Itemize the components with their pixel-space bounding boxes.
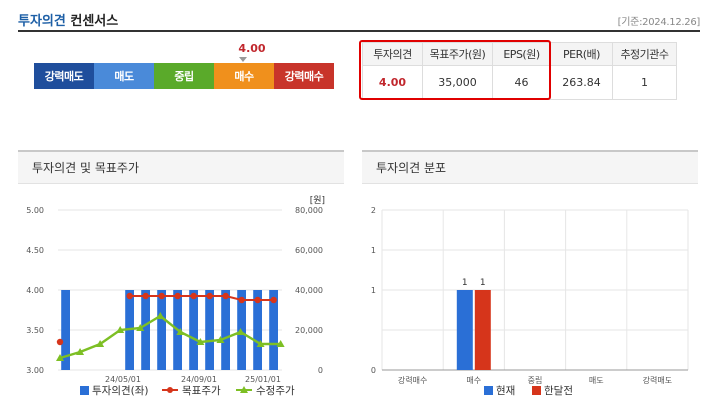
y-tick: 0 (371, 366, 376, 375)
legend-swatch (484, 386, 493, 395)
legend-label-target: 목표주가 (182, 385, 221, 397)
scale-segment-2: 중립 (154, 63, 214, 89)
y-right-tick: 0 (318, 366, 323, 375)
x-tick: 24/09/01 (181, 375, 217, 384)
target-price-point (222, 292, 229, 300)
score-marker-icon (239, 57, 247, 62)
scale-segment-0: 강력매도 (34, 63, 94, 89)
y-left-tick: 3.50 (26, 326, 44, 335)
y-tick: 1 (371, 246, 376, 255)
target-price-point (270, 296, 277, 304)
y-left-tick: 4.50 (26, 246, 44, 255)
consensus-score: 4.00 (238, 42, 266, 55)
y-right-tick: 60,000 (295, 246, 323, 255)
target-price-line (129, 295, 274, 301)
scale-segment-1: 매도 (94, 63, 154, 89)
opinion-target-price-chart: [원] 5.00 4.50 4.00 3.50 3.00 80,000 60,000 40,00… (26, 195, 325, 397)
value-institution-count: 1 (612, 65, 677, 100)
x-tick: 24/05/01 (105, 375, 141, 384)
x-tick: 25/01/01 (245, 375, 281, 384)
distribution-bar (456, 290, 473, 370)
y-right-tick: 40,000 (295, 286, 323, 295)
y-right-tick: 80,000 (295, 206, 323, 215)
reference-date: [기준:2024.12.26] (617, 17, 701, 28)
header-institution-count: 추정기관수 (612, 42, 677, 66)
opinion-distribution-panel: 투자의견 분포 2 1 1 0 강력매수 매수 1 1 중립 매도 강력매도현재 한달전 (362, 150, 698, 415)
data-label: 1 (480, 278, 486, 288)
target-price-point (56, 338, 64, 346)
target-price-point (190, 292, 197, 300)
opinion-bar (205, 290, 214, 370)
target-price-point (238, 296, 245, 304)
x-tick: 매수 (466, 376, 481, 385)
highlight-box (359, 40, 551, 100)
opinion-bar (189, 290, 198, 370)
target-price-point (126, 292, 133, 300)
x-tick: 강력매도 (643, 375, 672, 385)
target-price-point (158, 292, 165, 300)
distribution-bar (474, 290, 491, 370)
y-tick: 2 (371, 206, 376, 215)
y-left-tick: 3.00 (26, 366, 44, 375)
header-per: PER(배) (550, 42, 613, 66)
x-tick: 중립 (528, 376, 543, 385)
page-title: 투자의견 컨센서스 (18, 10, 118, 29)
panel-title-right: 투자의견 분포 (362, 152, 698, 184)
opinion-distribution-chart: 2 1 1 0 강력매수 매수 1 1 중립 매도 강력매도현재 한달전 (371, 206, 689, 397)
title-sub: 컨센서스 (65, 14, 119, 29)
legend-swatch-target (167, 387, 173, 393)
data-label: 1 (462, 278, 468, 288)
right-axis-unit: [원] (310, 195, 325, 206)
panel-title-left: 투자의견 및 목표주가 (18, 152, 344, 184)
x-tick: 매도 (589, 376, 604, 385)
consensus-scale: 강력매도 매도 중립 매수 강력매수 (34, 63, 334, 89)
adjusted-price-line (59, 314, 281, 360)
target-price-point (174, 292, 181, 300)
target-price-point (254, 296, 261, 304)
opinion-target-price-panel: 투자의견 및 목표주가 [원] 5.00 4.50 4.00 3.50 3.00 80,00… (18, 150, 344, 415)
x-tick: 강력매수 (398, 375, 427, 385)
y-left-tick: 4.00 (26, 286, 44, 295)
y-tick: 1 (371, 286, 376, 295)
legend-label-opinion: 투자의견(좌) (92, 385, 149, 397)
opinion-bar (221, 290, 230, 370)
y-right-tick: 20,000 (295, 326, 323, 335)
y-left-tick: 5.00 (26, 206, 44, 215)
title-main: 투자의견 (18, 14, 66, 29)
legend-label: 한달전 (544, 385, 573, 397)
target-price-point (206, 292, 213, 300)
legend-label: 현재 (496, 385, 515, 397)
opinion-bar (157, 290, 166, 370)
target-price-point (142, 292, 149, 300)
section-header: 투자의견 컨센서스 [기준:2024.12.26] (18, 10, 700, 32)
legend-swatch-opinion (80, 386, 89, 395)
scale-segment-3: 매수 (214, 63, 274, 89)
legend-label-adjusted: 수정주가 (256, 385, 295, 397)
value-per: 263.84 (550, 65, 613, 100)
legend-swatch (532, 386, 541, 395)
scale-segment-4: 강력매수 (274, 63, 334, 89)
